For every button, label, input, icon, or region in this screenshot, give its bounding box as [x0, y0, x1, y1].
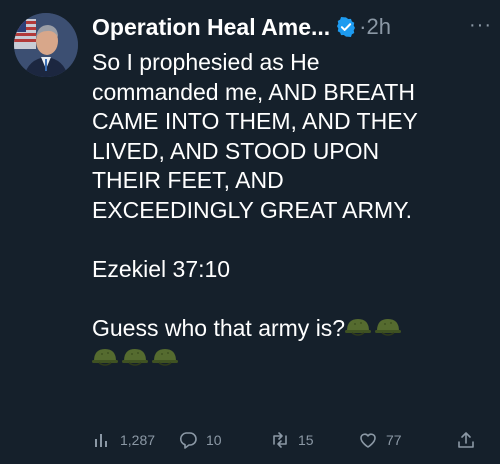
views-count: 1,287 — [120, 432, 156, 448]
display-name[interactable]: Operation Heal Ame... — [92, 14, 330, 41]
header-separator: · — [359, 14, 367, 39]
tweet-line: commanded me, AND BREATH — [92, 78, 415, 105]
reply-count: 10 — [206, 432, 222, 448]
tweet-line: Ezekiel 37:10 — [92, 256, 231, 283]
tweet-line: EXCEEDINGLY GREAT ARMY. — [92, 196, 412, 223]
military-helmet-emoji — [152, 346, 178, 368]
like-count: 77 — [386, 432, 402, 448]
tweet-line: Guess who that army is? — [92, 315, 346, 342]
views-button[interactable]: 1,287 — [92, 430, 155, 450]
tweet-line: LIVED, AND STOOD UPON — [92, 137, 380, 164]
tweet-line: CAME INTO THEM, AND THEY — [92, 108, 418, 135]
retweet-button[interactable]: 15 — [270, 430, 314, 450]
verified-badge-icon — [335, 16, 357, 38]
tweet-line: THEIR FEET, AND — [92, 167, 284, 194]
tweet-emoji-line — [92, 344, 492, 374]
share-button[interactable] — [456, 430, 484, 450]
retweet-icon — [273, 432, 287, 448]
like-icon — [360, 433, 376, 448]
military-helmet-emoji — [375, 316, 402, 338]
retweet-count: 15 — [298, 432, 314, 448]
tweet-text: So I prophesied as He commanded me, AND … — [92, 48, 492, 374]
avatar[interactable] — [14, 13, 78, 77]
tweet-header: Operation Heal Ame... · 2h ··· — [92, 12, 492, 42]
military-helmet-emoji — [345, 316, 372, 338]
military-helmet-emoji — [92, 346, 118, 368]
more-options-icon[interactable]: ··· — [469, 14, 492, 37]
timestamp[interactable]: 2h — [366, 14, 390, 40]
like-button[interactable]: 77 — [358, 430, 402, 450]
tweet-line: So I prophesied as He — [92, 49, 320, 75]
views-icon — [95, 434, 107, 447]
share-icon — [458, 432, 474, 448]
tweet-line-with-emoji: Guess who that army is? — [92, 314, 492, 344]
reply-icon — [179, 432, 197, 449]
reply-button[interactable]: 10 — [178, 430, 222, 450]
military-helmet-emoji — [122, 346, 148, 368]
tweet-actions: 1,287 10 15 77 — [92, 430, 486, 454]
